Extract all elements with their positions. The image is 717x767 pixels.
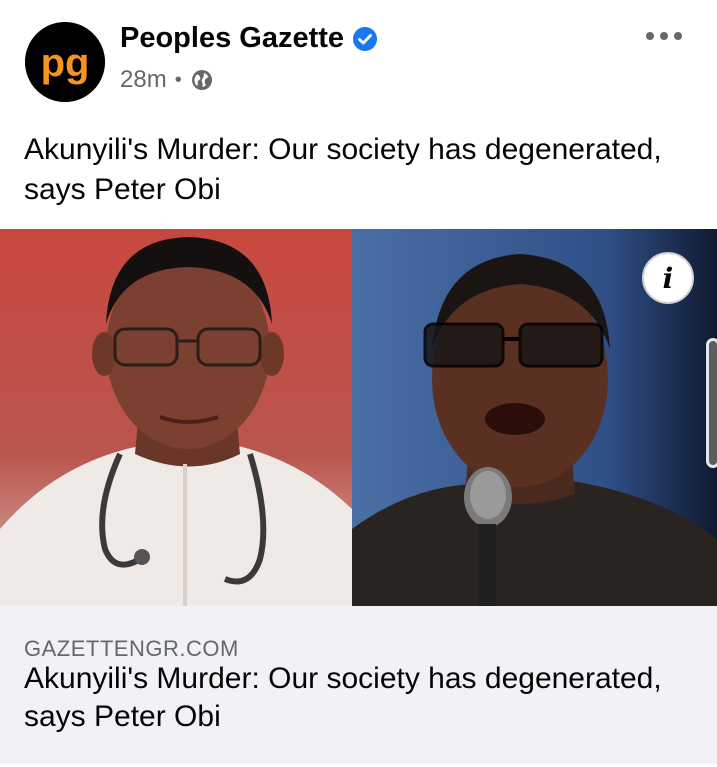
more-dot [674, 32, 682, 40]
ad-info-button[interactable]: i [642, 252, 694, 304]
more-options-button[interactable] [646, 24, 682, 48]
verified-badge-icon [353, 26, 378, 51]
post-caption: Akunyili's Murder: Our society has degen… [24, 133, 662, 206]
more-dot [646, 32, 654, 40]
scroll-handle[interactable] [706, 338, 717, 468]
peoples-gazette-logo: pg [25, 22, 105, 102]
timestamp[interactable]: 28m [120, 66, 167, 94]
more-dot [660, 32, 668, 40]
link-domain: GAZETTENGR.COM [24, 636, 239, 661]
link-title: Akunyili's Murder: Our society has degen… [24, 662, 662, 733]
post-header: pg Peoples Gazette 28m • [0, 0, 717, 120]
post-meta: 28m • [120, 66, 214, 94]
meta-separator: • [174, 69, 182, 91]
page-name[interactable]: Peoples Gazette [120, 22, 344, 55]
news-photo [0, 229, 717, 606]
post-image[interactable] [0, 229, 717, 606]
svg-text:pg: pg [41, 41, 90, 85]
link-preview[interactable]: GAZETTENGR.COM Akunyili's Murder: Our so… [0, 606, 717, 764]
page-name-row: Peoples Gazette [120, 22, 378, 55]
globe-icon [191, 70, 212, 90]
page-avatar[interactable]: pg [25, 22, 105, 102]
